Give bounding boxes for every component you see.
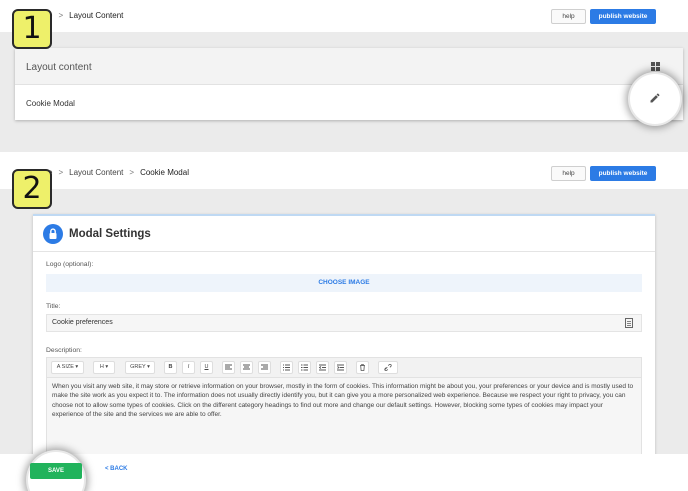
step1-screenshot: e>Layout Content help publish website La…	[0, 0, 688, 152]
align-right-icon[interactable]	[258, 361, 271, 374]
step2-breadcrumb: e>Layout Content>Cookie Modal	[48, 168, 189, 177]
breadcrumb-current: Cookie Modal	[140, 168, 189, 177]
step1-breadcrumb: e>Layout Content	[48, 11, 123, 20]
bold-button[interactable]: B	[164, 361, 177, 374]
heading-dropdown[interactable]: H ▾	[93, 361, 115, 374]
back-button[interactable]: < BACK	[105, 466, 128, 472]
layout-content-card: Layout content Cookie Modal	[15, 48, 683, 120]
description-label: Description:	[46, 347, 82, 354]
breadcrumb-layout-content[interactable]: Layout Content	[69, 168, 123, 177]
step2-top-bar: e>Layout Content>Cookie Modal help publi…	[0, 157, 688, 189]
breadcrumb-chevron-icon: >	[58, 11, 64, 20]
lock-icon	[43, 224, 63, 244]
document-icon[interactable]	[625, 318, 633, 328]
help-button[interactable]: help	[551, 166, 586, 181]
delete-icon[interactable]	[356, 361, 369, 374]
breadcrumb-chevron-icon: >	[58, 168, 64, 177]
modal-settings-card: Modal Settings Logo (optional): CHOOSE I…	[33, 214, 655, 474]
title-label: Title:	[46, 303, 61, 310]
title-input-value: Cookie preferences	[52, 319, 113, 326]
publish-website-button[interactable]: publish website	[590, 166, 656, 181]
breadcrumb-current: Layout Content	[69, 11, 124, 20]
numbered-list-icon[interactable]	[298, 361, 311, 374]
step2-screenshot: e>Layout Content>Cookie Modal help publi…	[0, 157, 688, 491]
logo-label: Logo (optional):	[46, 261, 94, 268]
choose-image-button[interactable]: CHOOSE IMAGE	[46, 274, 642, 292]
step-1-badge: 1	[12, 9, 52, 49]
cookie-modal-row-label[interactable]: Cookie Modal	[26, 99, 75, 108]
title-input[interactable]: Cookie preferences	[46, 314, 642, 332]
layout-content-header: Layout content	[15, 48, 683, 85]
pencil-highlight	[630, 74, 680, 124]
italic-button[interactable]: I	[182, 361, 195, 374]
outdent-icon[interactable]	[316, 361, 329, 374]
pencil-edit-icon[interactable]	[649, 92, 661, 104]
link-icon[interactable]	[378, 361, 398, 374]
publish-website-button[interactable]: publish website	[590, 9, 656, 24]
save-button[interactable]: SAVE	[30, 463, 82, 479]
indent-icon[interactable]	[334, 361, 347, 374]
help-button[interactable]: help	[551, 9, 586, 24]
text-color-dropdown[interactable]: GREY ▾	[125, 361, 155, 374]
modal-settings-header: Modal Settings	[33, 216, 655, 252]
underline-button[interactable]: U	[200, 361, 213, 374]
align-center-icon[interactable]	[240, 361, 253, 374]
grid-icon[interactable]	[651, 62, 660, 71]
font-size-dropdown[interactable]: A SIZE ▾	[51, 361, 84, 374]
bottom-action-bar	[0, 454, 688, 491]
step1-top-bar: e>Layout Content help publish website	[0, 0, 688, 32]
breadcrumb-chevron-icon: >	[129, 168, 135, 177]
editor-toolbar: A SIZE ▾ H ▾ GREY ▾ B I U	[46, 357, 642, 377]
step-2-badge: 2	[12, 169, 52, 209]
layout-content-title: Layout content	[26, 62, 92, 73]
align-left-icon[interactable]	[222, 361, 235, 374]
bulleted-list-icon[interactable]	[280, 361, 293, 374]
modal-settings-title: Modal Settings	[69, 228, 151, 240]
